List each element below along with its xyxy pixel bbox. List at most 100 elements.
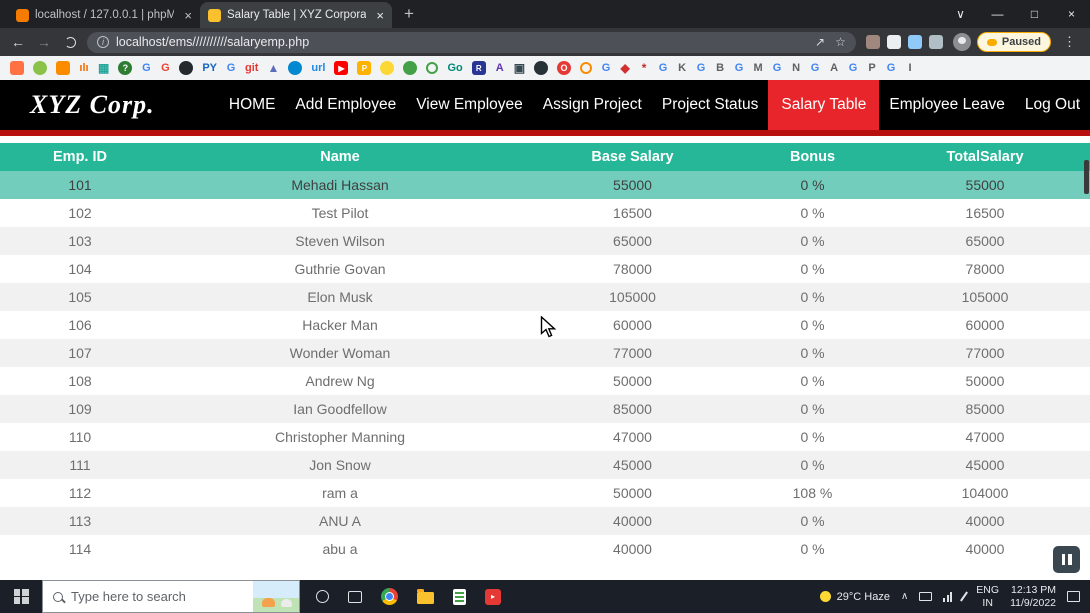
bookmark-icon[interactable]: A: [495, 61, 505, 76]
share-icon[interactable]: ↗: [815, 35, 825, 49]
bookmark-icon[interactable]: B: [715, 61, 725, 76]
bookmark-icon[interactable]: G: [810, 61, 820, 76]
bookmark-icon[interactable]: [580, 62, 592, 74]
bookmark-icon[interactable]: G: [601, 61, 611, 76]
bookmark-icon[interactable]: *: [639, 61, 649, 76]
bookmark-icon[interactable]: [288, 61, 302, 75]
language-indicator[interactable]: ENG IN: [976, 584, 999, 609]
forward-button[interactable]: →: [34, 34, 54, 50]
nav-item-add-employee[interactable]: Add Employee: [285, 80, 406, 130]
display-tray-icon[interactable]: [919, 592, 932, 601]
nav-item-project-status[interactable]: Project Status: [652, 80, 769, 130]
bookmark-icon[interactable]: G: [696, 61, 706, 76]
column-header: TotalSalary: [880, 149, 1090, 165]
bookmark-icon[interactable]: ▲: [267, 61, 279, 76]
bookmark-icon[interactable]: I: [905, 61, 915, 76]
bookmark-icon[interactable]: [33, 61, 47, 75]
weather-widget[interactable]: 29°C Haze: [820, 591, 890, 603]
bookmark-icon[interactable]: A: [829, 61, 839, 76]
table-cell: 16500: [880, 205, 1090, 221]
extension-icon[interactable]: [887, 35, 901, 49]
recorder-pause-button[interactable]: [1053, 546, 1080, 573]
window-chevron-icon[interactable]: ∨: [942, 0, 979, 28]
hidden-icons-chevron[interactable]: ∧: [901, 591, 908, 602]
task-view-icon[interactable]: [348, 591, 362, 603]
pen-tray-icon[interactable]: [960, 591, 968, 601]
table-cell: 65000: [880, 233, 1090, 249]
site-logo[interactable]: XYZ Corp.: [30, 90, 155, 120]
bookmark-icon[interactable]: PY: [202, 61, 217, 76]
window-maximize-button[interactable]: □: [1016, 0, 1053, 28]
bookmark-icon[interactable]: ▣: [514, 61, 525, 76]
address-bar[interactable]: i localhost/ems//////////salaryemp.php ↗…: [87, 32, 856, 53]
back-button[interactable]: ←: [8, 34, 28, 50]
bookmark-icon[interactable]: P: [867, 61, 877, 76]
bookmark-icon[interactable]: O: [557, 61, 571, 75]
bookmark-icon[interactable]: M: [753, 61, 763, 76]
bookmark-icon[interactable]: G: [141, 61, 151, 76]
nav-item-view-employee[interactable]: View Employee: [406, 80, 533, 130]
bookmark-icon[interactable]: [10, 61, 24, 75]
bookmark-icon[interactable]: [403, 61, 417, 75]
sync-paused-badge[interactable]: Paused: [977, 32, 1051, 52]
notification-center-icon[interactable]: [1067, 591, 1080, 602]
tab-close-icon[interactable]: ×: [180, 8, 192, 23]
bookmark-icon[interactable]: K: [677, 61, 687, 76]
bookmark-icon[interactable]: ılı: [79, 61, 89, 76]
bookmark-icon[interactable]: [56, 61, 70, 75]
bookmark-icon[interactable]: ▶: [334, 61, 348, 75]
browser-menu-icon[interactable]: ⋮: [1057, 34, 1082, 50]
bookmark-icon[interactable]: G: [226, 61, 236, 76]
table-cell: 106: [0, 317, 160, 333]
file-explorer-icon[interactable]: [417, 592, 434, 604]
tab-close-icon[interactable]: ×: [372, 8, 384, 23]
window-minimize-button[interactable]: —: [979, 0, 1016, 28]
profile-avatar[interactable]: [953, 33, 971, 51]
spreadsheet-app-icon[interactable]: [453, 589, 466, 605]
network-signal-icon[interactable]: [943, 592, 952, 602]
bookmark-icon[interactable]: G: [772, 61, 782, 76]
extensions-puzzle-icon[interactable]: [929, 35, 943, 49]
nav-item-home[interactable]: HOME: [219, 80, 286, 130]
start-button[interactable]: [0, 580, 42, 613]
extension-icon[interactable]: [866, 35, 880, 49]
bookmark-icon[interactable]: ▦: [98, 61, 109, 76]
browser-tab-salary-table[interactable]: Salary Table | XYZ Corporation ×: [200, 2, 392, 28]
clock[interactable]: 12:13 PM 11/9/2022: [1010, 584, 1056, 609]
nav-item-assign-project[interactable]: Assign Project: [533, 80, 652, 130]
bookmark-icon[interactable]: Go: [447, 61, 462, 76]
bookmark-icon[interactable]: G: [848, 61, 858, 76]
bookmark-icon[interactable]: [380, 61, 394, 75]
bookmark-icon[interactable]: G: [734, 61, 744, 76]
bookmark-icon[interactable]: [534, 61, 548, 75]
cortana-icon[interactable]: [316, 590, 329, 603]
extension-icon[interactable]: [908, 35, 922, 49]
new-tab-button[interactable]: +: [404, 4, 414, 24]
nav-item-log-out[interactable]: Log Out: [1015, 80, 1090, 130]
browser-tab-phpmyadmin[interactable]: localhost / 127.0.0.1 | phpMyAdm ×: [8, 2, 200, 28]
site-info-icon[interactable]: i: [97, 36, 109, 48]
chrome-taskbar-icon[interactable]: [381, 588, 398, 605]
media-app-icon[interactable]: ▸: [485, 589, 501, 605]
nav-item-employee-leave[interactable]: Employee Leave: [879, 80, 1014, 130]
reload-button[interactable]: [65, 37, 76, 48]
search-highlight-image[interactable]: [253, 581, 299, 612]
bookmark-icon[interactable]: ◆: [620, 61, 630, 76]
scrollbar-thumb[interactable]: [1084, 160, 1089, 194]
bookmark-icon[interactable]: R: [472, 61, 486, 75]
bookmark-icon[interactable]: G: [658, 61, 668, 76]
table-cell: 104000: [880, 485, 1090, 501]
window-close-button[interactable]: ×: [1053, 0, 1090, 28]
bookmark-star-icon[interactable]: ☆: [835, 35, 846, 49]
bookmark-icon[interactable]: N: [791, 61, 801, 76]
bookmark-icon[interactable]: [426, 62, 438, 74]
bookmark-icon[interactable]: ?: [118, 61, 132, 75]
bookmark-icon[interactable]: [179, 61, 193, 75]
nav-item-salary-table[interactable]: Salary Table: [768, 80, 879, 130]
taskbar-search-box[interactable]: Type here to search: [42, 580, 300, 613]
bookmark-icon[interactable]: G: [886, 61, 896, 76]
bookmark-icon[interactable]: G: [160, 61, 170, 76]
bookmark-icon[interactable]: git: [245, 61, 258, 76]
bookmark-icon[interactable]: P: [357, 61, 371, 75]
bookmark-icon[interactable]: url: [311, 61, 325, 76]
